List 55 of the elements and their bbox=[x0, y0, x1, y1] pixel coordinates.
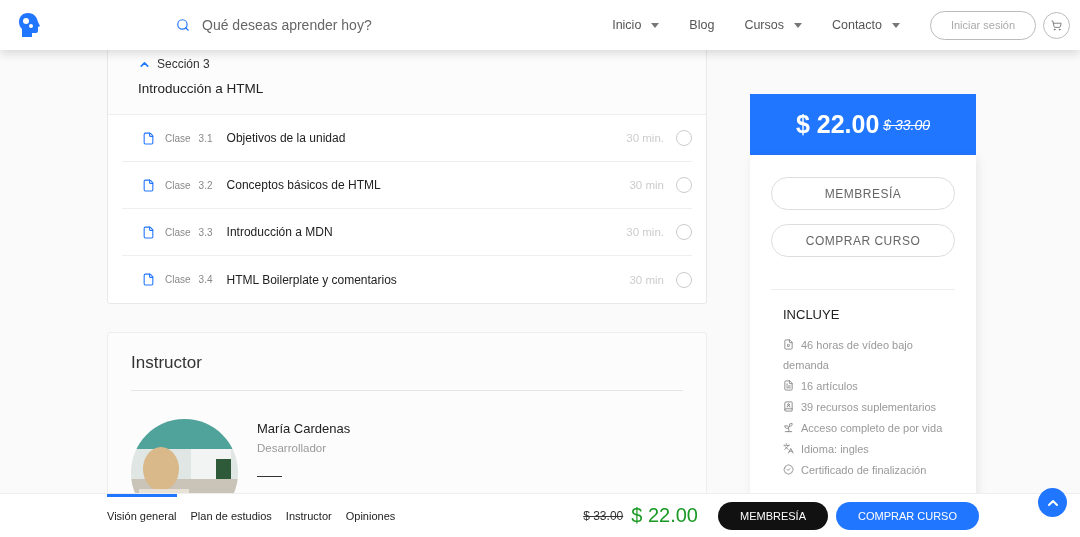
includes-title: INCLUYE bbox=[783, 307, 841, 322]
cart-button[interactable] bbox=[1043, 11, 1070, 39]
document-icon bbox=[142, 131, 155, 145]
instructor-role: Desarrollador bbox=[257, 442, 328, 454]
include-item: Acceso completo de por vida bbox=[783, 418, 955, 438]
lesson-number: 3.2 bbox=[198, 179, 214, 191]
old-price: $ 33.00 bbox=[883, 116, 931, 133]
nav-link[interactable]: Inicio bbox=[612, 18, 660, 32]
lesson-prefix: Clase bbox=[165, 226, 191, 238]
language-icon bbox=[783, 443, 794, 454]
lesson-title[interactable]: Introducción a MDN bbox=[226, 225, 627, 239]
lesson-prefix: Clase bbox=[165, 274, 191, 285]
document-icon bbox=[142, 225, 155, 239]
section-tab[interactable]: Visión general bbox=[107, 493, 177, 537]
access-icon bbox=[783, 422, 794, 433]
outline-button[interactable]: MEMBRESÍA bbox=[771, 177, 955, 210]
include-item: Idioma: ingles bbox=[783, 439, 955, 459]
resource-icon bbox=[783, 401, 794, 412]
nav-link[interactable]: Blog bbox=[689, 18, 715, 32]
outline-button[interactable]: COMPRAR CURSO bbox=[771, 224, 955, 257]
search-field[interactable]: Qué deseas aprender hoy? bbox=[200, 16, 460, 34]
search-icon bbox=[176, 18, 190, 32]
membership-button[interactable]: MEMBRESÍA bbox=[717, 501, 828, 530]
video-icon bbox=[783, 339, 794, 350]
price: $ 22.00 bbox=[631, 504, 698, 527]
section-tab[interactable]: Plan de estudios bbox=[190, 493, 272, 537]
lesson-title[interactable]: HTML Boilerplate y comentarios bbox=[226, 272, 630, 287]
instructor-heading: Instructor bbox=[131, 353, 683, 391]
lesson-title[interactable]: Objetivos de la unidad bbox=[226, 131, 627, 145]
article-icon bbox=[783, 380, 794, 391]
lesson-prefix: Clase bbox=[165, 132, 191, 144]
certificate-icon bbox=[783, 464, 794, 475]
document-icon bbox=[142, 273, 155, 286]
cart-icon bbox=[1051, 19, 1062, 31]
document-icon bbox=[142, 178, 155, 192]
section-title: Sección 3 bbox=[157, 57, 210, 71]
logo-icon[interactable] bbox=[16, 12, 42, 38]
old-price: $ 33.00 bbox=[583, 508, 624, 523]
buy-button[interactable]: COMPRAR CURSO bbox=[836, 501, 979, 530]
section-tab[interactable]: Opiniones bbox=[345, 493, 396, 537]
include-item: Certificado de finalización bbox=[783, 460, 955, 480]
lesson-number: 3.4 bbox=[198, 274, 214, 285]
nav-link[interactable]: Contacto bbox=[831, 18, 900, 32]
lesson-number: 3.1 bbox=[198, 132, 214, 144]
instructor-name[interactable]: María Cardenas bbox=[257, 421, 351, 436]
include-item: 16 artículos bbox=[783, 376, 955, 396]
section-subtitle: Introducción a HTML bbox=[138, 81, 265, 96]
include-item: 39 recursos suplementarios bbox=[783, 397, 955, 417]
include-item: 46 horas de vídeo bajo demanda bbox=[783, 338, 914, 373]
lesson-title[interactable]: Conceptos básicos de HTML bbox=[226, 178, 630, 192]
price: $ 22.00 bbox=[795, 110, 880, 139]
section-tab[interactable]: Instructor bbox=[285, 493, 332, 537]
nav-link[interactable]: Cursos bbox=[744, 18, 802, 32]
lesson-number: 3.3 bbox=[198, 226, 214, 238]
lesson-prefix: Clase bbox=[165, 179, 191, 191]
